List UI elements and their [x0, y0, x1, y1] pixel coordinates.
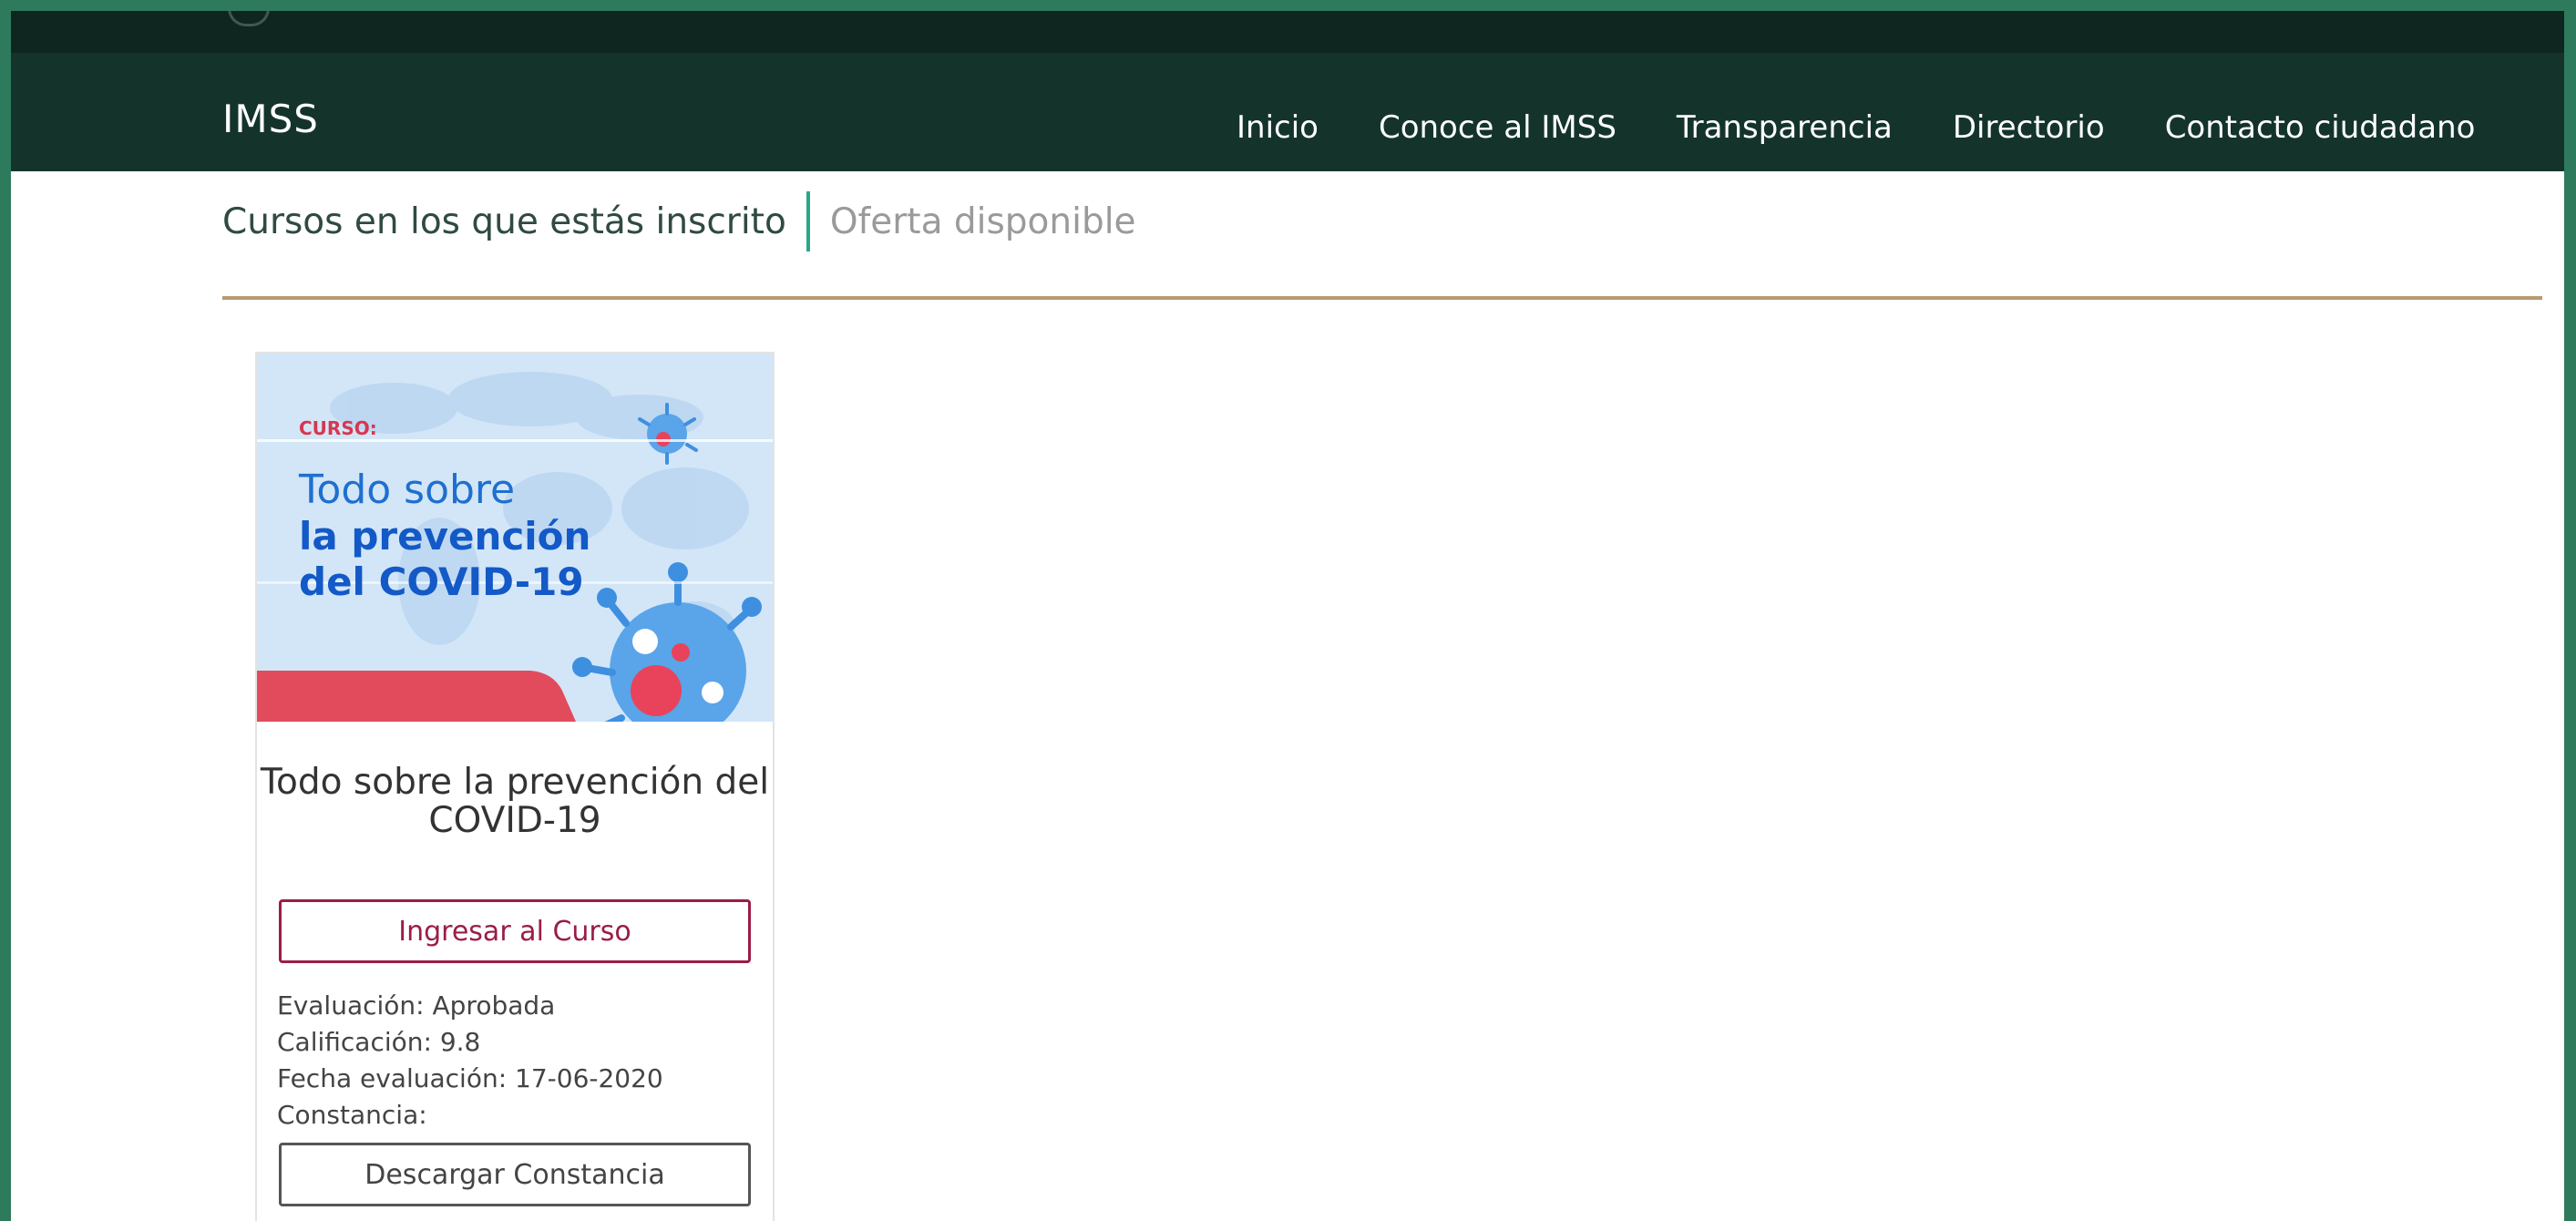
nav-conoce-al-imss[interactable]: Conoce al IMSS: [1379, 109, 1616, 153]
course-card: CURSO: Todo sobre la prevención del COVI…: [255, 352, 775, 1221]
evaluation-status: Evaluación: Aprobada: [277, 990, 556, 1021]
tab-available-offer[interactable]: Oferta disponible: [830, 201, 1136, 242]
section-divider: [222, 296, 2542, 300]
download-certificate-button[interactable]: Descargar Constancia: [279, 1143, 751, 1206]
enter-course-button[interactable]: Ingresar al Curso: [279, 899, 751, 963]
evaluation-date: Fecha evaluación: 17-06-2020: [277, 1063, 663, 1093]
banner-line-2-3: la prevención del COVID-19: [299, 514, 590, 605]
virus-illustration-icon: [572, 562, 762, 722]
grade-value: Calificación: 9.8: [277, 1027, 481, 1057]
nav-directorio[interactable]: Directorio: [1953, 109, 2105, 153]
nav-transparencia[interactable]: Transparencia: [1677, 109, 1893, 153]
main-navbar: IMSS Inicio Conoce al IMSS Transparencia…: [11, 53, 2564, 171]
tab-divider: [806, 191, 810, 251]
course-status-block: Evaluación: Aprobada Calificación: 9.8 F…: [277, 988, 663, 1134]
banner-line-2: la prevención: [299, 514, 591, 559]
course-title: Todo sobre la prevención del COVID-19: [260, 762, 770, 841]
tab-enrolled-courses[interactable]: Cursos en los que estás inscrito: [222, 201, 786, 242]
brand-logo-text[interactable]: IMSS: [222, 97, 319, 141]
government-top-bar: [11, 11, 2564, 53]
course-tabs: Cursos en los que estás inscrito Oferta …: [222, 190, 1136, 253]
gov-logo-icon: [228, 11, 270, 26]
banner-kicker: CURSO:: [299, 417, 377, 439]
course-banner-image: CURSO: Todo sobre la prevención del COVI…: [257, 354, 773, 722]
browser-viewport: IMSS Inicio Conoce al IMSS Transparencia…: [11, 11, 2564, 1221]
certificate-label: Constancia:: [277, 1100, 427, 1130]
main-nav: Inicio Conoce al IMSS Transparencia Dire…: [1237, 109, 2475, 153]
banner-line-3: del COVID-19: [299, 559, 584, 604]
banner-line-1: Todo sobre: [299, 467, 516, 513]
nav-inicio[interactable]: Inicio: [1237, 109, 1319, 153]
nav-contacto-ciudadano[interactable]: Contacto ciudadano: [2165, 109, 2476, 153]
